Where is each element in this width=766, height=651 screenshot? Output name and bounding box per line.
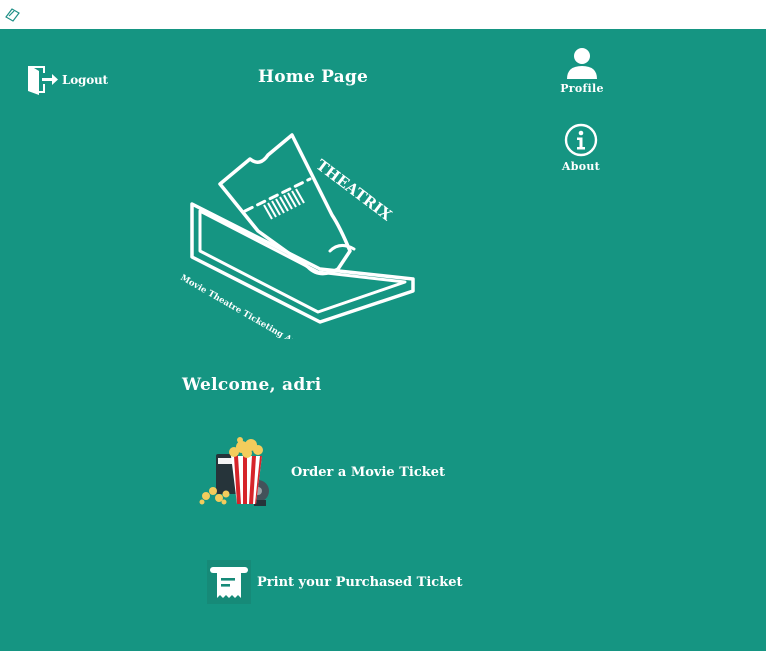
logout-label: Logout bbox=[62, 73, 108, 87]
profile-button[interactable]: Profile bbox=[547, 47, 617, 95]
user-icon bbox=[567, 48, 597, 79]
info-icon bbox=[564, 123, 598, 157]
welcome-message: Welcome, adri bbox=[182, 375, 322, 395]
logo-brand: THEATRIX bbox=[313, 156, 396, 225]
about-button[interactable]: About bbox=[546, 123, 616, 173]
popcorn-icon bbox=[199, 437, 269, 506]
order-ticket-button[interactable]: Order a Movie Ticket bbox=[196, 436, 445, 508]
title-bar bbox=[0, 0, 766, 29]
theatrix-logo: THEATRIX Movie Theatre Ticketing App bbox=[179, 133, 415, 339]
door-exit-icon bbox=[28, 66, 58, 95]
app-icon bbox=[5, 8, 20, 22]
logout-button[interactable]: Logout bbox=[27, 65, 108, 95]
print-ticket-button[interactable]: Print your Purchased Ticket bbox=[207, 560, 462, 604]
page-title: Home Page bbox=[258, 67, 368, 87]
about-label: About bbox=[561, 160, 601, 173]
home-page: Logout Home Page Profile About THEATRIX … bbox=[0, 29, 766, 651]
print-ticket-label: Print your Purchased Ticket bbox=[257, 574, 463, 590]
order-ticket-label: Order a Movie Ticket bbox=[291, 464, 446, 480]
profile-label: Profile bbox=[560, 82, 604, 95]
receipt-icon bbox=[207, 560, 251, 604]
